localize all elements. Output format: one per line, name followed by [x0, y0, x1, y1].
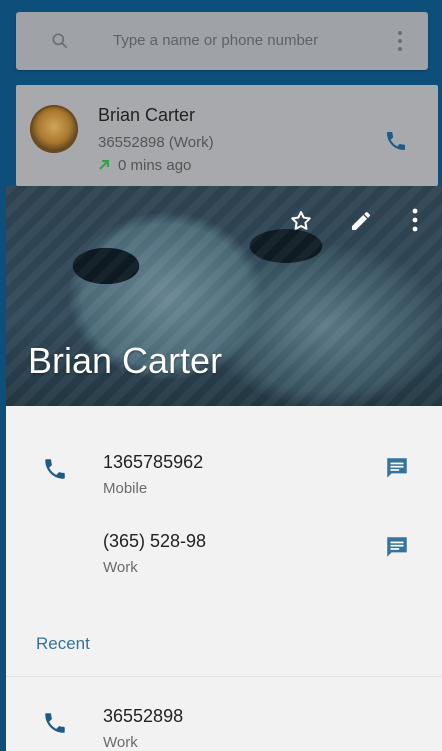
recent-section-title: Recent — [36, 634, 90, 653]
contact-avatar — [30, 105, 78, 153]
search-icon — [52, 33, 68, 49]
caller-name: Brian Carter — [98, 105, 196, 125]
caller-number: 36552898 (Work) — [98, 134, 214, 151]
call-time: 0 mins ago — [118, 157, 192, 174]
outgoing-call-arrow-icon — [99, 160, 109, 170]
more-vert-icon[interactable] — [397, 29, 403, 53]
message-icon[interactable] — [384, 455, 410, 481]
phone-type: Work — [103, 559, 138, 576]
call-icon[interactable] — [384, 129, 408, 153]
search-bar[interactable]: Type a name or phone number — [16, 12, 428, 70]
contact-header: Brian Carter — [6, 186, 442, 406]
star-icon[interactable] — [289, 209, 313, 233]
recent-number[interactable]: 36552898 — [103, 706, 183, 727]
edit-icon[interactable] — [349, 209, 373, 233]
contact-name-title: Brian Carter — [28, 340, 223, 381]
contact-details: 1365785962 Mobile (365) 528-98 Work Rece… — [6, 406, 442, 751]
message-icon[interactable] — [384, 534, 410, 560]
phone-icon — [45, 713, 65, 733]
search-placeholder: Type a name or phone number — [113, 32, 319, 49]
recent-call-card[interactable]: Brian Carter 36552898 (Work) 0 mins ago — [16, 85, 438, 186]
more-vert-icon[interactable] — [412, 207, 418, 233]
divider — [6, 676, 442, 677]
phone-number[interactable]: 1365785962 — [103, 452, 203, 473]
phone-number[interactable]: (365) 528-98 — [103, 531, 206, 552]
phone-icon — [45, 459, 65, 479]
recent-type: Work — [103, 734, 138, 751]
phone-type: Mobile — [103, 480, 148, 497]
